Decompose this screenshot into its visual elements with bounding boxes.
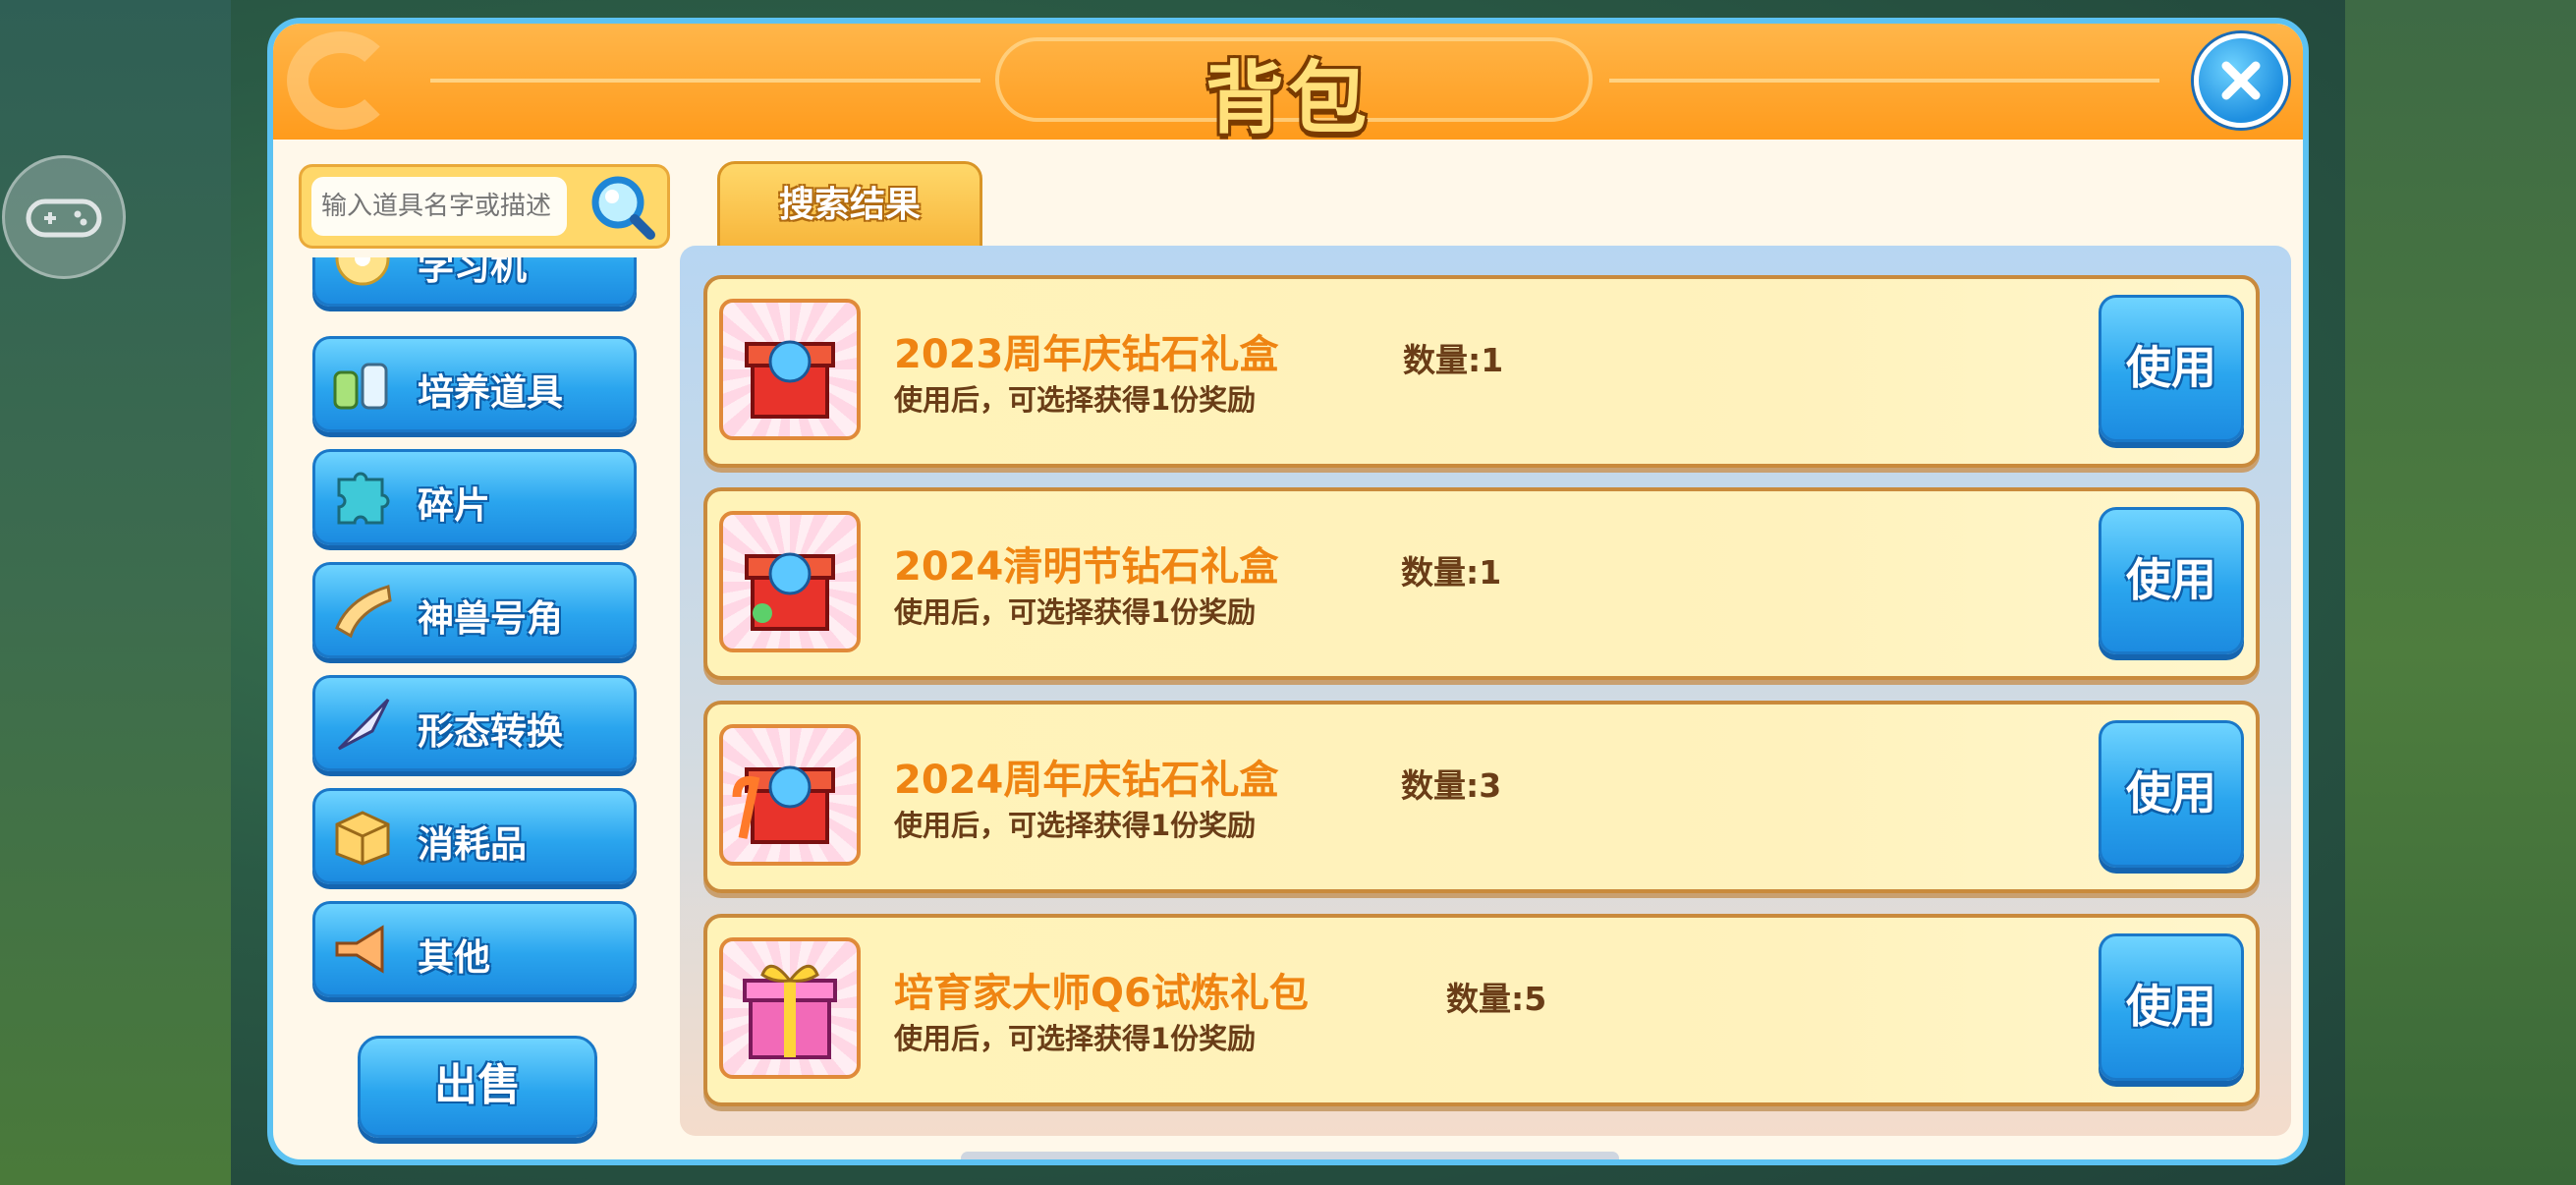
item-description: 使用后，可选择获得1份奖励 bbox=[894, 383, 1257, 417]
list-item: 培育家大师Q6试炼礼包 使用后，可选择获得1份奖励 数量:5 使用 bbox=[703, 914, 2260, 1106]
use-button-label: 使用 bbox=[2126, 980, 2216, 1033]
use-button[interactable]: 使用 bbox=[2099, 933, 2244, 1081]
item-description: 使用后，可选择获得1份奖励 bbox=[894, 1022, 1257, 1055]
use-button-label: 使用 bbox=[2126, 766, 2216, 819]
transform-arrow-icon bbox=[337, 698, 390, 751]
search-box bbox=[299, 164, 670, 249]
sell-button[interactable]: 出售 bbox=[358, 1036, 597, 1138]
background-right bbox=[2345, 0, 2576, 1185]
disc-icon bbox=[335, 257, 390, 286]
category-item-beast-horn[interactable]: 神兽号角 bbox=[312, 562, 637, 658]
sell-button-label: 出售 bbox=[434, 1060, 521, 1110]
close-icon bbox=[2221, 61, 2261, 100]
item-thumbnail bbox=[719, 299, 861, 440]
list-item: 2024清明节钻石礼盒 使用后，可选择获得1份奖励 数量:1 使用 bbox=[703, 487, 2260, 680]
item-description: 使用后，可选择获得1份奖励 bbox=[894, 595, 1257, 629]
category-item-learning-machine[interactable]: 学习机 bbox=[312, 257, 637, 307]
megaphone-icon bbox=[335, 925, 384, 974]
box-icon bbox=[335, 811, 390, 866]
gift-box-icon bbox=[745, 552, 835, 631]
category-label: 消耗品 bbox=[418, 823, 527, 866]
tab-search-results[interactable]: 搜索结果 bbox=[717, 161, 982, 252]
list-item: 2023周年庆钻石礼盒 使用后，可选择获得1份奖励 数量:1 使用 bbox=[703, 275, 2260, 468]
item-thumbnail bbox=[719, 511, 861, 652]
category-item-other[interactable]: 其他 bbox=[312, 901, 637, 997]
item-list: 2023周年庆钻石礼盒 使用后，可选择获得1份奖励 数量:1 使用 2024清明… bbox=[680, 246, 2291, 1136]
use-button[interactable]: 使用 bbox=[2099, 295, 2244, 442]
item-thumbnail bbox=[719, 937, 861, 1079]
category-item-form-transform[interactable]: 形态转换 bbox=[312, 675, 637, 771]
item-quantity: 数量:5 bbox=[1446, 980, 1547, 1018]
category-label: 培养道具 bbox=[418, 371, 563, 414]
horn-icon bbox=[335, 585, 392, 639]
item-name: 2024周年庆钻石礼盒 bbox=[894, 758, 1279, 803]
use-button[interactable]: 使用 bbox=[2099, 720, 2244, 868]
search-icon[interactable] bbox=[587, 171, 657, 242]
item-description: 使用后，可选择获得1份奖励 bbox=[894, 809, 1257, 842]
category-label: 碎片 bbox=[418, 484, 490, 527]
potion-bottles-icon bbox=[333, 363, 388, 410]
title-bar: 背包 bbox=[273, 24, 2303, 144]
search-input[interactable] bbox=[311, 177, 567, 236]
gift-box-icon bbox=[732, 765, 835, 844]
category-label: 形态转换 bbox=[418, 710, 563, 753]
category-item-consumables[interactable]: 消耗品 bbox=[312, 788, 637, 884]
backpack-panel: 背包 学习机 培养道具 碎片 神兽号角 bbox=[267, 18, 2309, 1165]
item-quantity: 数量:3 bbox=[1401, 766, 1502, 805]
item-quantity: 数量:1 bbox=[1403, 341, 1504, 379]
puzzle-piece-icon bbox=[337, 472, 390, 525]
tab-label: 搜索结果 bbox=[778, 185, 921, 225]
category-label: 神兽号角 bbox=[418, 597, 563, 640]
item-name: 培育家大师Q6试炼礼包 bbox=[894, 971, 1309, 1016]
scrollbar[interactable] bbox=[961, 1152, 1619, 1159]
gamepad-overlay-button[interactable] bbox=[2, 155, 126, 279]
use-button-label: 使用 bbox=[2126, 341, 2216, 394]
item-quantity: 数量:1 bbox=[1401, 553, 1502, 592]
category-item-training-items[interactable]: 培养道具 bbox=[312, 336, 637, 432]
item-thumbnail bbox=[719, 724, 861, 866]
category-label: 学习机 bbox=[418, 257, 527, 288]
item-name: 2023周年庆钻石礼盒 bbox=[894, 332, 1279, 377]
use-button[interactable]: 使用 bbox=[2099, 507, 2244, 654]
use-button-label: 使用 bbox=[2126, 553, 2216, 606]
list-item: 2024周年庆钻石礼盒 使用后，可选择获得1份奖励 数量:3 使用 bbox=[703, 701, 2260, 893]
item-name: 2024清明节钻石礼盒 bbox=[894, 544, 1279, 590]
gift-package-icon bbox=[743, 964, 837, 1059]
page-title: 背包 bbox=[1205, 53, 1371, 144]
gamepad-icon bbox=[26, 198, 102, 238]
close-button[interactable] bbox=[2194, 33, 2288, 128]
category-label: 其他 bbox=[418, 936, 490, 979]
category-list: 学习机 培养道具 碎片 神兽号角 形态转换 消耗品 其他 bbox=[312, 257, 642, 1014]
category-item-fragments[interactable]: 碎片 bbox=[312, 449, 637, 545]
gift-box-icon bbox=[745, 340, 835, 419]
